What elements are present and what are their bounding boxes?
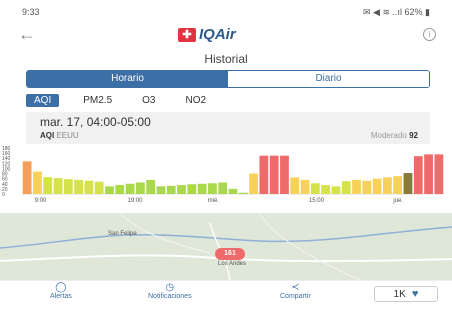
nav-notifications[interactable]: ◷ Notificaciones [148, 282, 192, 301]
chart-bar[interactable] [156, 186, 166, 194]
status-bar: 9:33 ✉ ◀ ≋ ..ıl 62% ▮ [0, 0, 452, 22]
chart-bar[interactable] [269, 155, 279, 194]
nav-share-label: Compartir [280, 293, 311, 300]
chart-bar[interactable] [352, 179, 361, 194]
map[interactable]: San Felipe Los Andes 161 [0, 213, 452, 280]
chart-bar[interactable] [197, 183, 207, 194]
map-label-san-felipe: San Felipe [108, 231, 137, 237]
aqi-bar-chart[interactable]: 1801601401201008060402009:00 19:00 mié. 15:… [0, 144, 452, 206]
nav-share[interactable]: ≺ Compartir [280, 282, 311, 301]
chart-bar[interactable] [115, 185, 125, 194]
aqi-region: EEUU [56, 131, 79, 140]
aqi-prefix: AQI [40, 131, 55, 140]
map-aqi-badge[interactable]: 161 [215, 248, 245, 260]
chart-bar[interactable] [331, 186, 341, 194]
chart-bar[interactable] [177, 185, 186, 194]
aqi-level: Moderado [370, 131, 407, 140]
chart-bar[interactable] [290, 177, 300, 194]
clock-icon: ◷ [165, 282, 175, 293]
chart-bar[interactable] [74, 179, 84, 194]
chart-bar[interactable] [259, 155, 269, 194]
y-tick-label: 0 [2, 192, 5, 198]
chart-bar[interactable] [43, 177, 53, 194]
chart-bar[interactable] [280, 155, 289, 194]
chart-bar[interactable] [125, 183, 135, 194]
chart-bar[interactable] [249, 173, 258, 194]
chart-bar[interactable] [94, 181, 104, 194]
aqi-standard-label: AQI EEUU [40, 131, 79, 140]
tab-pm25[interactable]: PM2.5 [83, 95, 112, 106]
chart-bar[interactable] [218, 182, 228, 195]
map-roads [0, 213, 452, 280]
map-label-los-andes: Los Andes [218, 261, 247, 267]
heart-icon: ♥ [411, 288, 419, 300]
chart-bar[interactable] [403, 173, 413, 194]
chart-bar[interactable] [187, 184, 197, 194]
chart-bar[interactable] [22, 161, 32, 194]
logo-cross-icon: ✚ [178, 27, 196, 42]
bell-icon: ◯ [55, 282, 67, 293]
like-button[interactable]: 1K ♥ [374, 286, 438, 302]
status-time: 9:33 [22, 7, 40, 17]
x-tick-label: 15:00 [309, 198, 325, 204]
chart-bar[interactable] [208, 183, 217, 194]
tab-no2[interactable]: NO2 [185, 95, 206, 106]
period-toggle: Horario Diario [26, 70, 430, 88]
chart-bar[interactable] [238, 192, 248, 194]
share-icon: ≺ [291, 282, 300, 293]
chart-bar[interactable] [33, 171, 42, 194]
page-title: Historial [204, 52, 248, 66]
chart-bar[interactable] [53, 178, 63, 194]
x-tick-label: 9:00 [35, 198, 47, 204]
chart-bar[interactable] [372, 178, 382, 194]
chart-bar[interactable] [146, 179, 156, 194]
like-count: 1K [393, 288, 406, 300]
iqair-logo: ✚ IQAir [178, 26, 236, 43]
chart-bar[interactable] [321, 185, 331, 194]
x-tick-label: 19:00 [128, 198, 144, 204]
chart-bar[interactable] [84, 180, 94, 194]
selected-datetime: mar. 17, 04:00-05:00 [40, 115, 151, 129]
back-arrow-icon[interactable]: ← [18, 24, 36, 44]
chart-bar[interactable] [393, 176, 403, 194]
aqi-value: 92 [409, 131, 418, 140]
pollutant-tabs: AQI PM2.5 O3 NO2 [26, 92, 236, 108]
tab-o3[interactable]: O3 [142, 95, 155, 106]
x-tick-label: jue. [392, 198, 403, 204]
chart-bar[interactable] [310, 183, 320, 194]
app-bar: ← ✚ IQAir i [0, 22, 452, 48]
chart-bar[interactable] [424, 154, 433, 194]
tab-aqi[interactable]: AQI [26, 93, 60, 107]
chart-bar[interactable] [228, 188, 238, 194]
selected-reading-panel: mar. 17, 04:00-05:00 AQI EEUU Moderado 9… [26, 112, 430, 144]
chart-bar[interactable] [413, 156, 423, 194]
bottom-nav: ◯ Alertas ◷ Notificaciones ≺ Compartir 1… [0, 280, 452, 310]
tab-daily[interactable]: Diario [228, 71, 429, 87]
nav-alerts[interactable]: ◯ Alertas [50, 282, 72, 301]
nav-alerts-label: Alertas [50, 293, 72, 300]
chart-bar[interactable] [434, 154, 444, 194]
x-tick-label: mié. [208, 198, 220, 204]
aqi-status: Moderado 92 [371, 131, 418, 140]
chart-bar[interactable] [166, 185, 176, 194]
chart-bar[interactable] [300, 179, 310, 194]
chart-bar[interactable] [135, 182, 145, 195]
chart-bar[interactable] [63, 179, 73, 194]
status-icons: ✉ ◀ ≋ ..ıl 62% ▮ [363, 7, 430, 17]
info-icon[interactable]: i [423, 28, 436, 41]
chart-bar[interactable] [382, 177, 392, 194]
tab-hourly[interactable]: Horario [27, 71, 228, 87]
chart-bar[interactable] [362, 180, 372, 194]
logo-text: IQAir [199, 26, 236, 43]
chart-bar[interactable] [105, 186, 114, 194]
chart-bar[interactable] [341, 181, 351, 194]
nav-notifications-label: Notificaciones [148, 293, 192, 300]
